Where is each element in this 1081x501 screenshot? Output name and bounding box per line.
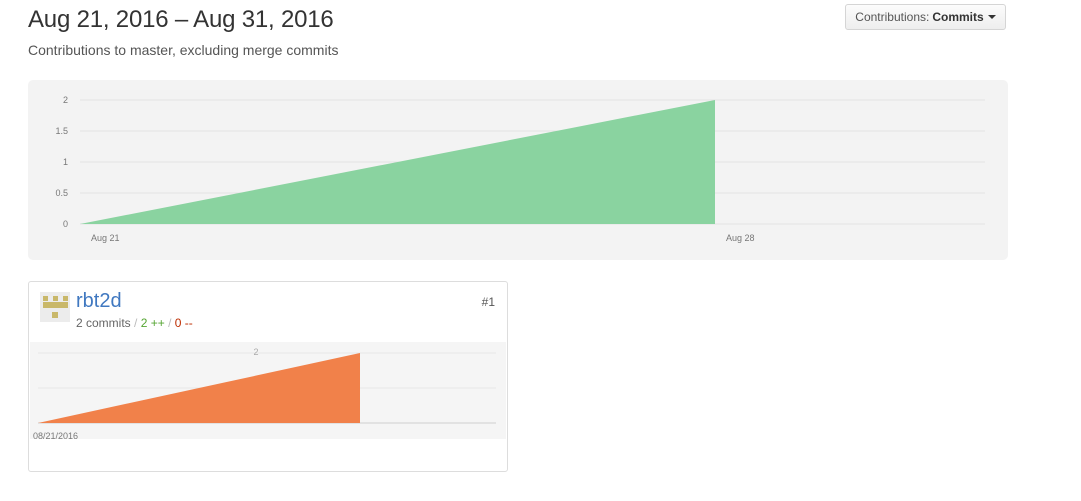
contributor-chart-svg: 2 08/21/2016 (33, 347, 496, 439)
contributor-rank: #1 (481, 295, 495, 309)
page-subtitle: Contributions to master, excluding merge… (28, 42, 339, 58)
caret-down-icon (987, 15, 996, 19)
contributions-value: Commits (932, 10, 984, 24)
contributions-label: Contributions: (855, 10, 930, 24)
commits-chart: 0 0.5 1 1.5 2 Aug 21 Aug 28 (28, 80, 1008, 260)
stats-separator: / (168, 316, 172, 330)
y-tick-label: 2 (253, 347, 258, 357)
deletions-count: 0 -- (174, 316, 193, 330)
contributions-dropdown-button[interactable]: Contributions: Commits (845, 4, 1006, 30)
y-tick-label: 0.5 (55, 188, 68, 198)
stats-separator: / (134, 316, 138, 330)
y-tick-label: 0 (63, 219, 68, 229)
contributor-stats: 2 commits / 2 ++ / 0 -- (76, 316, 193, 330)
y-tick-label: 1.5 (55, 126, 68, 136)
contributor-name-link[interactable]: rbt2d (76, 290, 122, 313)
additions-count: 2 ++ (140, 316, 165, 330)
contributor-chart: 2 08/21/2016 (30, 342, 506, 439)
y-tick-label: 1 (63, 157, 68, 167)
commits-chart-svg: 0 0.5 1 1.5 2 Aug 21 Aug 28 (55, 95, 985, 243)
page-title: Aug 21, 2016 – Aug 31, 2016 (28, 6, 334, 33)
commits-count-link[interactable]: 2 commits (76, 316, 131, 330)
y-tick-label: 2 (63, 95, 68, 105)
contributor-card: rbt2d #1 2 commits / 2 ++ / 0 -- 2 08/21/… (28, 281, 508, 472)
x-tick-label: Aug 28 (726, 233, 755, 243)
avatar[interactable] (40, 292, 70, 322)
x-tick-label: 08/21/2016 (33, 431, 78, 439)
x-tick-label: Aug 21 (91, 233, 120, 243)
